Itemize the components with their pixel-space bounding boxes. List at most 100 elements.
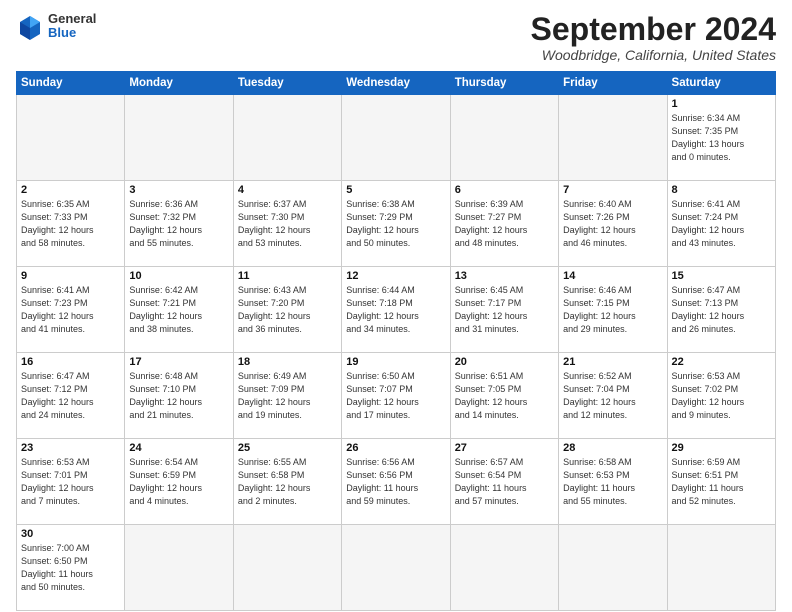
day-detail: Sunrise: 6:47 AMSunset: 7:12 PMDaylight:…	[21, 370, 120, 422]
title-block: September 2024 Woodbridge, California, U…	[531, 12, 776, 63]
day-detail: Sunrise: 7:00 AMSunset: 6:50 PMDaylight:…	[21, 542, 120, 594]
calendar-cell	[125, 95, 233, 181]
calendar-cell	[450, 525, 558, 611]
calendar-cell: 19Sunrise: 6:50 AMSunset: 7:07 PMDayligh…	[342, 353, 450, 439]
day-number: 8	[672, 184, 771, 196]
logo-general: General	[48, 12, 96, 26]
day-number: 12	[346, 270, 445, 282]
calendar-cell	[233, 525, 341, 611]
calendar-cell: 7 Sunrise: 6:40 AMSunset: 7:26 PMDaylight…	[559, 181, 667, 267]
day-number: 9	[21, 270, 120, 282]
day-number: 17	[129, 356, 228, 368]
week-row-0: 1 Sunrise: 6:34 AMSunset: 7:35 PMDaylight…	[17, 95, 776, 181]
day-detail: Sunrise: 6:53 AMSunset: 7:02 PMDaylight:…	[672, 370, 771, 422]
day-number: 18	[238, 356, 337, 368]
day-number: 7	[563, 184, 662, 196]
calendar-cell: 3Sunrise: 6:36 AMSunset: 7:32 PMDaylight…	[125, 181, 233, 267]
calendar-cell: 5Sunrise: 6:38 AMSunset: 7:29 PMDaylight…	[342, 181, 450, 267]
calendar-cell: 23 Sunrise: 6:53 AMSunset: 7:01 PMDayligh…	[17, 439, 125, 525]
logo-blue: Blue	[48, 26, 96, 40]
week-row-2: 9 Sunrise: 6:41 AMSunset: 7:23 PMDaylight…	[17, 267, 776, 353]
calendar-cell	[667, 525, 775, 611]
calendar-cell	[559, 95, 667, 181]
day-detail: Sunrise: 6:53 AMSunset: 7:01 PMDaylight:…	[21, 456, 120, 508]
day-detail: Sunrise: 6:38 AMSunset: 7:29 PMDaylight:…	[346, 198, 445, 250]
day-number: 1	[672, 98, 771, 110]
day-number: 19	[346, 356, 445, 368]
day-number: 26	[346, 442, 445, 454]
calendar-cell: 9 Sunrise: 6:41 AMSunset: 7:23 PMDaylight…	[17, 267, 125, 353]
day-detail: Sunrise: 6:42 AMSunset: 7:21 PMDaylight:…	[129, 284, 228, 336]
calendar-cell: 11Sunrise: 6:43 AMSunset: 7:20 PMDayligh…	[233, 267, 341, 353]
calendar-header-friday: Friday	[559, 72, 667, 95]
calendar-header-monday: Monday	[125, 72, 233, 95]
header: General Blue September 2024 Woodbridge, …	[16, 12, 776, 63]
day-detail: Sunrise: 6:43 AMSunset: 7:20 PMDaylight:…	[238, 284, 337, 336]
page: General Blue September 2024 Woodbridge, …	[0, 0, 792, 612]
calendar-header-wednesday: Wednesday	[342, 72, 450, 95]
day-detail: Sunrise: 6:37 AMSunset: 7:30 PMDaylight:…	[238, 198, 337, 250]
week-row-5: 30Sunrise: 7:00 AMSunset: 6:50 PMDayligh…	[17, 525, 776, 611]
day-number: 6	[455, 184, 554, 196]
day-detail: Sunrise: 6:52 AMSunset: 7:04 PMDaylight:…	[563, 370, 662, 422]
day-number: 20	[455, 356, 554, 368]
calendar-cell: 25Sunrise: 6:55 AMSunset: 6:58 PMDayligh…	[233, 439, 341, 525]
calendar-cell: 1 Sunrise: 6:34 AMSunset: 7:35 PMDaylight…	[667, 95, 775, 181]
day-detail: Sunrise: 6:40 AMSunset: 7:26 PMDaylight:…	[563, 198, 662, 250]
calendar-cell	[450, 95, 558, 181]
calendar-cell: 6Sunrise: 6:39 AMSunset: 7:27 PMDaylight…	[450, 181, 558, 267]
day-detail: Sunrise: 6:44 AMSunset: 7:18 PMDaylight:…	[346, 284, 445, 336]
calendar-cell	[17, 95, 125, 181]
day-number: 28	[563, 442, 662, 454]
logo-text: General Blue	[48, 12, 96, 41]
week-row-3: 16 Sunrise: 6:47 AMSunset: 7:12 PMDayligh…	[17, 353, 776, 439]
day-detail: Sunrise: 6:34 AMSunset: 7:35 PMDaylight:…	[672, 112, 771, 164]
calendar-cell: 26 Sunrise: 6:56 AMSunset: 6:56 PMDayligh…	[342, 439, 450, 525]
day-number: 24	[129, 442, 228, 454]
calendar-cell	[342, 95, 450, 181]
calendar-cell: 14Sunrise: 6:46 AMSunset: 7:15 PMDayligh…	[559, 267, 667, 353]
week-row-4: 23 Sunrise: 6:53 AMSunset: 7:01 PMDayligh…	[17, 439, 776, 525]
day-detail: Sunrise: 6:41 AMSunset: 7:23 PMDaylight:…	[21, 284, 120, 336]
day-number: 29	[672, 442, 771, 454]
day-number: 13	[455, 270, 554, 282]
calendar-cell: 16 Sunrise: 6:47 AMSunset: 7:12 PMDayligh…	[17, 353, 125, 439]
day-detail: Sunrise: 6:35 AMSunset: 7:33 PMDaylight:…	[21, 198, 120, 250]
day-number: 22	[672, 356, 771, 368]
day-number: 4	[238, 184, 337, 196]
calendar-cell: 30Sunrise: 7:00 AMSunset: 6:50 PMDayligh…	[17, 525, 125, 611]
calendar-header-row: SundayMondayTuesdayWednesdayThursdayFrid…	[17, 72, 776, 95]
calendar-header-saturday: Saturday	[667, 72, 775, 95]
calendar-cell: 2Sunrise: 6:35 AMSunset: 7:33 PMDaylight…	[17, 181, 125, 267]
day-detail: Sunrise: 6:59 AMSunset: 6:51 PMDaylight:…	[672, 456, 771, 508]
calendar-cell: 15Sunrise: 6:47 AMSunset: 7:13 PMDayligh…	[667, 267, 775, 353]
day-detail: Sunrise: 6:58 AMSunset: 6:53 PMDaylight:…	[563, 456, 662, 508]
calendar-cell	[233, 95, 341, 181]
day-detail: Sunrise: 6:57 AMSunset: 6:54 PMDaylight:…	[455, 456, 554, 508]
calendar-header-tuesday: Tuesday	[233, 72, 341, 95]
day-number: 25	[238, 442, 337, 454]
logo-icon	[16, 12, 44, 40]
logo: General Blue	[16, 12, 96, 41]
day-number: 21	[563, 356, 662, 368]
calendar-cell: 20 Sunrise: 6:51 AMSunset: 7:05 PMDayligh…	[450, 353, 558, 439]
calendar-cell: 29 Sunrise: 6:59 AMSunset: 6:51 PMDayligh…	[667, 439, 775, 525]
calendar-cell: 17 Sunrise: 6:48 AMSunset: 7:10 PMDayligh…	[125, 353, 233, 439]
calendar-cell: 21 Sunrise: 6:52 AMSunset: 7:04 PMDayligh…	[559, 353, 667, 439]
day-detail: Sunrise: 6:48 AMSunset: 7:10 PMDaylight:…	[129, 370, 228, 422]
calendar-table: SundayMondayTuesdayWednesdayThursdayFrid…	[16, 71, 776, 611]
week-row-1: 2Sunrise: 6:35 AMSunset: 7:33 PMDaylight…	[17, 181, 776, 267]
location: Woodbridge, California, United States	[531, 47, 776, 63]
calendar-cell	[125, 525, 233, 611]
calendar-cell: 4 Sunrise: 6:37 AMSunset: 7:30 PMDaylight…	[233, 181, 341, 267]
day-detail: Sunrise: 6:45 AMSunset: 7:17 PMDaylight:…	[455, 284, 554, 336]
calendar-cell: 18Sunrise: 6:49 AMSunset: 7:09 PMDayligh…	[233, 353, 341, 439]
day-number: 23	[21, 442, 120, 454]
day-number: 14	[563, 270, 662, 282]
day-number: 16	[21, 356, 120, 368]
calendar-cell: 8Sunrise: 6:41 AMSunset: 7:24 PMDaylight…	[667, 181, 775, 267]
day-detail: Sunrise: 6:54 AMSunset: 6:59 PMDaylight:…	[129, 456, 228, 508]
day-detail: Sunrise: 6:56 AMSunset: 6:56 PMDaylight:…	[346, 456, 445, 508]
day-detail: Sunrise: 6:51 AMSunset: 7:05 PMDaylight:…	[455, 370, 554, 422]
day-detail: Sunrise: 6:47 AMSunset: 7:13 PMDaylight:…	[672, 284, 771, 336]
